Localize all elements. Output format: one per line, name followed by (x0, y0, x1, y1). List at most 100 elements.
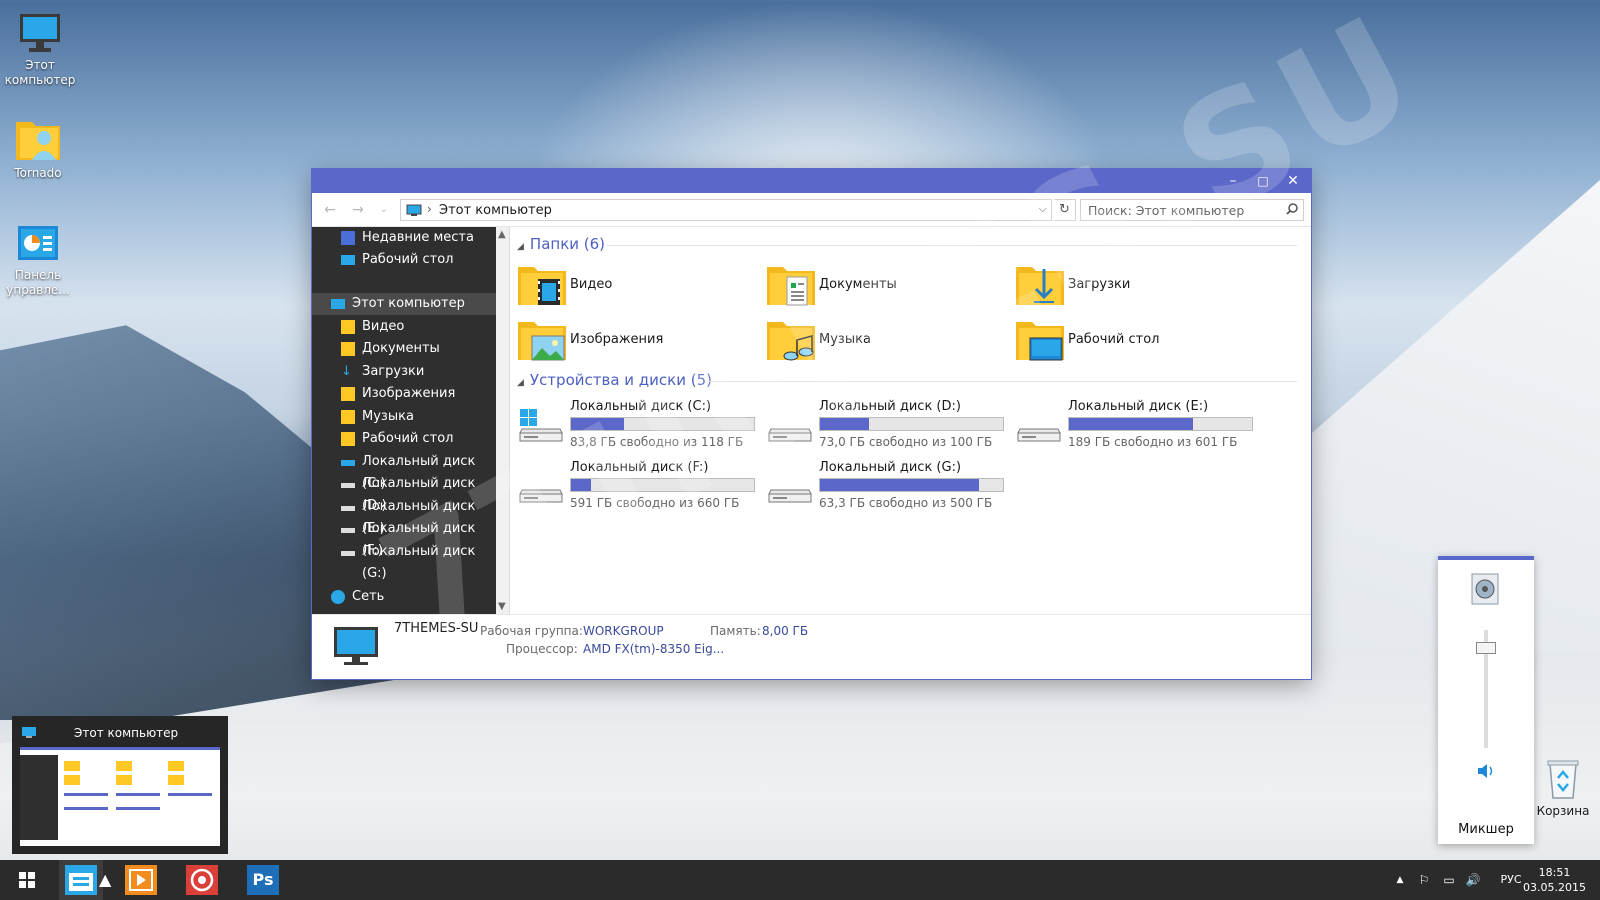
collapse-icon[interactable]: ◢ (517, 378, 524, 388)
clock[interactable]: 18:51 03.05.2015 (1523, 865, 1586, 895)
nav-item-drive-d[interactable]: Локальный диск (D:) (312, 473, 496, 513)
desktop-icon-control-panel[interactable]: Панель управле... (0, 224, 76, 298)
address-row: ← → ⌄ › Этот компьютер ⌵ ↻ Поиск: Этот к… (312, 193, 1311, 227)
drive-icon (341, 506, 355, 511)
address-bar[interactable]: › Этот компьютер ⌵ (400, 199, 1052, 221)
nav-item-music[interactable]: Музыка (312, 406, 496, 428)
taskbar-chrome[interactable] (180, 860, 224, 900)
title-bar[interactable]: – □ ✕ (312, 169, 1311, 193)
mouse-cursor-icon: ▲ (99, 870, 112, 889)
taskbar-photoshop[interactable]: Ps (241, 860, 285, 900)
computer-name: 7THEMES-SU (394, 621, 479, 636)
taskbar-explorer[interactable] (59, 860, 103, 900)
back-button[interactable]: ← (320, 201, 340, 219)
drive-d[interactable]: Локальный диск (D:) 73,0 ГБ свободно из … (760, 399, 1005, 455)
pictures-folder-icon (341, 387, 355, 401)
folder-music[interactable]: Музыка (760, 318, 1000, 366)
collapse-icon[interactable]: ◢ (517, 242, 524, 252)
explorer-window: – □ ✕ ← → ⌄ › Этот компьютер ⌵ ↻ Поиск: … (312, 169, 1311, 679)
music-folder-icon (341, 410, 355, 424)
pictures-folder-icon (518, 322, 566, 361)
taskbar-media-player[interactable] (119, 860, 163, 900)
nav-item-this-pc[interactable]: Этот компьютер (312, 293, 496, 315)
network-globe-icon (331, 590, 345, 604)
folder-documents[interactable]: Документы (760, 263, 1000, 311)
maximize-button[interactable]: □ (1248, 169, 1278, 193)
mixer-link[interactable]: Микшер (1438, 822, 1534, 837)
show-hidden-icons-button[interactable]: ▲ (1390, 860, 1410, 900)
scroll-up-icon[interactable]: ▲ (498, 229, 506, 240)
drive-usage-fill (820, 479, 980, 491)
video-folder-icon (518, 267, 566, 305)
action-center-flag-icon[interactable]: ⚐ (1414, 860, 1434, 900)
drive-c[interactable]: Локальный диск (C:) 83,8 ГБ свободно из … (511, 399, 756, 455)
content-pane: ◢ Папки (6) Видео Документы Загрузки Изо… (511, 227, 1311, 614)
memory-label: Память: (710, 624, 761, 638)
drive-f[interactable]: Локальный диск (F:) 591 ГБ свободно из 6… (511, 460, 756, 516)
drive-icon (768, 489, 812, 503)
video-folder-icon (341, 320, 355, 334)
nav-item-desktop[interactable]: Рабочий стол (312, 249, 496, 271)
windows-drive-icon (341, 460, 355, 466)
nav-item-drive-f[interactable]: Локальный диск (F:) (312, 518, 496, 558)
thumbnail-title: Этот компьютер (74, 726, 179, 740)
nav-item-recent-places[interactable]: Недавние места (312, 227, 496, 249)
desktop-icon-label: Корзина (1536, 804, 1590, 818)
nav-scrollbar[interactable]: ▲ ▼ (496, 227, 510, 614)
nav-item-drive-c[interactable]: Локальный диск (C:) (312, 451, 496, 491)
nav-item-videos[interactable]: Видео (312, 316, 496, 338)
breadcrumb-chevron-icon: › (427, 202, 432, 216)
drive-g[interactable]: Локальный диск (G:) 63,3 ГБ свободно из … (760, 460, 1005, 516)
workgroup-label: Рабочая группа: (480, 624, 583, 638)
search-input[interactable]: Поиск: Этот компьютер (1080, 199, 1304, 221)
forward-button[interactable]: → (348, 201, 368, 219)
group-header-drives[interactable]: ◢ Устройства и диски (5) (517, 371, 1297, 389)
nav-item-pictures[interactable]: Изображения (312, 383, 496, 405)
volume-mixer: Микшер (1438, 556, 1534, 844)
documents-folder-icon (767, 267, 815, 306)
folder-videos[interactable]: Видео (511, 263, 751, 311)
close-button[interactable]: ✕ (1278, 169, 1308, 193)
desktop-icon-recycle-bin[interactable]: Корзина (1525, 756, 1600, 819)
drive-icon (341, 483, 355, 488)
desktop-icon-label: Панель управле... (6, 268, 70, 297)
music-folder-icon (767, 322, 815, 361)
speaker-icon[interactable] (1476, 762, 1496, 780)
windows-drive-icon (519, 409, 563, 442)
nav-item-drive-g[interactable]: Локальный диск (G:) (312, 541, 496, 581)
nav-item-documents[interactable]: Документы (312, 338, 496, 360)
network-icon[interactable]: ▭ (1438, 860, 1460, 900)
start-button[interactable] (4, 860, 50, 900)
user-folder-icon (16, 122, 60, 160)
drive-usage-bar (570, 417, 755, 431)
drive-e[interactable]: Локальный диск (E:) 189 ГБ свободно из 6… (1009, 399, 1254, 455)
nav-item-desktop-folder[interactable]: Рабочий стол (312, 428, 496, 450)
volume-icon[interactable]: 🔊 (1462, 860, 1484, 900)
taskbar-thumbnail[interactable]: Этот компьютер (12, 716, 228, 854)
desktop-icon-tornado[interactable]: Tornado (0, 116, 76, 181)
divider (707, 381, 1297, 382)
scroll-down-icon[interactable]: ▼ (498, 601, 506, 612)
recent-locations-button[interactable]: ⌄ (374, 201, 394, 219)
folder-downloads[interactable]: Загрузки (1009, 263, 1249, 311)
minimize-button[interactable]: – (1218, 169, 1248, 193)
recycle-bin-icon (1547, 760, 1579, 799)
folder-desktop[interactable]: Рабочий стол (1009, 318, 1249, 366)
chevron-down-icon[interactable]: ⌵ (1039, 202, 1047, 216)
drive-icon (1017, 428, 1061, 442)
downloads-folder-icon (1016, 267, 1064, 305)
nav-item-drive-e[interactable]: Локальный диск (E:) (312, 496, 496, 536)
desktop-icon-this-pc[interactable]: Этот компьютер (2, 12, 78, 88)
drive-icon (519, 489, 563, 503)
group-header-folders[interactable]: ◢ Папки (6) (517, 235, 1297, 253)
nav-item-downloads[interactable]: ↓ Загрузки (312, 361, 496, 383)
details-pane: 7THEMES-SU Рабочая группа: WORKGROUP Пам… (312, 614, 1311, 679)
nav-item-network[interactable]: Сеть (312, 586, 496, 608)
volume-slider[interactable] (1476, 641, 1496, 654)
clock-date: 03.05.2015 (1523, 881, 1586, 894)
refresh-button[interactable]: ↻ (1054, 199, 1076, 221)
desktop-icon-label: Этот компьютер (4, 58, 76, 87)
divider (607, 245, 1297, 246)
folder-pictures[interactable]: Изображения (511, 318, 751, 366)
recent-places-icon (341, 231, 355, 245)
